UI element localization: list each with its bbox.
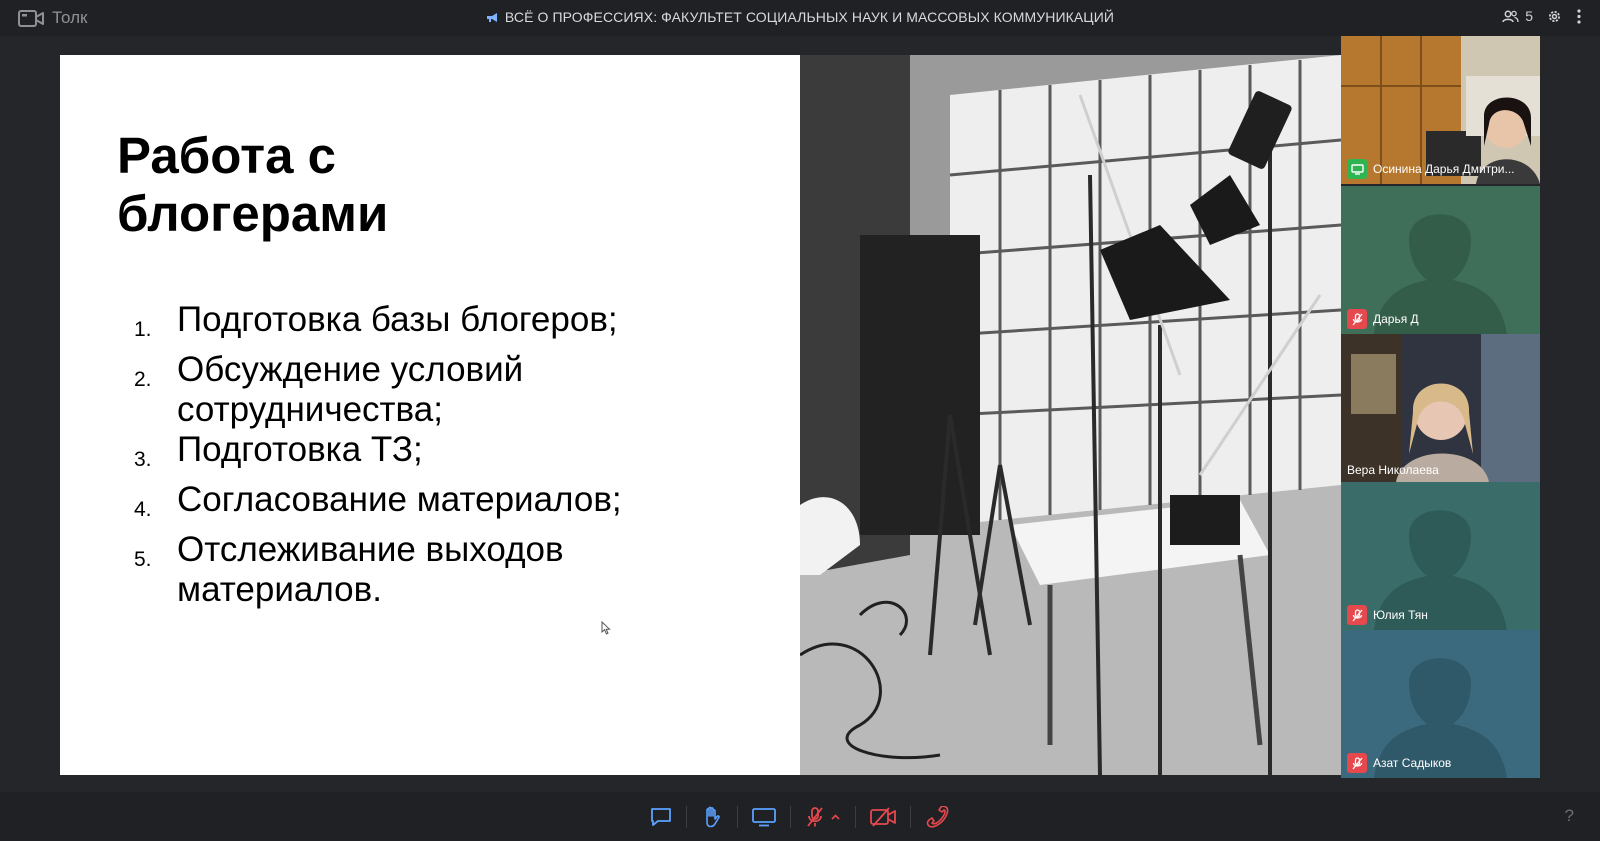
people-icon <box>1502 10 1519 22</box>
hang-up-icon <box>926 806 949 828</box>
list-text: Подготовка базы блогеров; <box>177 300 618 339</box>
gear-icon[interactable] <box>1547 9 1562 24</box>
list-number: 1. <box>134 318 152 341</box>
hang-up-button[interactable] <box>923 802 951 832</box>
mic-off-icon <box>1351 756 1363 769</box>
toolbar-divider <box>910 806 911 828</box>
participants-count: 5 <box>1525 8 1533 24</box>
screen-share-badge <box>1347 159 1367 179</box>
top-bar: Толк ВСЁ О ПРОФЕССИЯХ: ФАКУЛЬТЕТ СОЦИАЛЬ… <box>0 0 1600 36</box>
list-number: 3. <box>134 448 152 471</box>
participants-panel: Осинина Дарья Дмитри... Дарья Д Вера Ник… <box>1341 36 1540 792</box>
participant-tile[interactable]: Осинина Дарья Дмитри... <box>1341 36 1540 184</box>
toolbar-divider <box>686 806 687 828</box>
participant-name: Осинина Дарья Дмитри... <box>1373 162 1515 176</box>
camera-off-icon <box>870 807 896 827</box>
slide-title: Работа с блогерами <box>117 127 677 243</box>
screen-share-icon <box>752 808 776 827</box>
more-vertical-icon[interactable] <box>1576 8 1582 24</box>
list-text: Отслеживание выходов <box>177 530 564 569</box>
list-text: Подготовка ТЗ; <box>177 430 423 469</box>
screen-share-button[interactable] <box>750 802 778 832</box>
participant-tile[interactable]: Дарья Д <box>1341 186 1540 334</box>
list-item: 5. Отслеживание выходов материалов. <box>130 530 690 610</box>
participant-video <box>1341 334 1540 482</box>
list-item: 2. Обсуждение условий сотрудничества; <box>130 350 690 430</box>
muted-badge <box>1347 605 1367 625</box>
toolbar-divider <box>790 806 791 828</box>
screen-share-icon <box>1350 163 1364 175</box>
participant-tile[interactable]: Азат Садыков <box>1341 630 1540 778</box>
participant-name: Юлия Тян <box>1373 608 1428 622</box>
chevron-up-icon <box>830 814 840 820</box>
list-text: сотрудничества; <box>177 390 443 429</box>
raise-hand-icon <box>706 806 720 828</box>
help-button[interactable]: ? <box>1565 806 1574 826</box>
meeting-title-text: ВСЁ О ПРОФЕССИЯХ: ФАКУЛЬТЕТ СОЦИАЛЬНЫХ Н… <box>504 9 1115 25</box>
list-text: Обсуждение условий <box>177 350 524 389</box>
muted-badge <box>1347 753 1367 773</box>
participant-name: Азат Садыков <box>1373 756 1452 770</box>
call-controls <box>648 802 951 832</box>
participant-name: Вера Николаева <box>1347 463 1439 477</box>
camera-button[interactable] <box>868 802 898 832</box>
slide-photo <box>800 55 1341 775</box>
raise-hand-button[interactable] <box>699 802 725 832</box>
participants-button[interactable]: 5 <box>1502 8 1533 24</box>
meeting-title: ВСЁ О ПРОФЕССИЯХ: ФАКУЛЬТЕТ СОЦИАЛЬНЫХ Н… <box>0 9 1600 25</box>
bottom-toolbar: ? <box>0 792 1600 841</box>
list-item: 3. Подготовка ТЗ; <box>130 430 690 480</box>
list-item: 1. Подготовка базы блогеров; <box>130 300 690 350</box>
toolbar-divider <box>737 806 738 828</box>
toolbar-divider <box>855 806 856 828</box>
chat-icon <box>651 808 671 826</box>
list-number: 4. <box>134 498 152 521</box>
participant-tile[interactable]: Юлия Тян <box>1341 482 1540 630</box>
slide-list: 1. Подготовка базы блогеров; 2. Обсужден… <box>130 300 690 610</box>
list-number: 5. <box>134 548 152 571</box>
mouse-cursor-icon <box>601 621 611 635</box>
chat-button[interactable] <box>648 802 674 832</box>
mic-off-icon <box>1351 312 1363 325</box>
list-text: материалов. <box>177 570 382 609</box>
list-text: Согласование материалов; <box>177 480 622 519</box>
mic-off-icon <box>807 807 823 827</box>
microphone-options-button[interactable] <box>827 802 843 832</box>
muted-badge <box>1347 309 1367 329</box>
stage: Работа с блогерами 1. Подготовка базы бл… <box>0 36 1600 792</box>
mic-off-icon <box>1351 608 1363 621</box>
slide-title-line: блогерами <box>117 185 389 242</box>
participant-name: Дарья Д <box>1373 312 1419 326</box>
microphone-button[interactable] <box>803 802 827 832</box>
presentation-slide: Работа с блогерами 1. Подготовка базы бл… <box>60 55 800 775</box>
list-item: 4. Согласование материалов; <box>130 480 690 530</box>
slide-title-line: Работа с <box>117 127 336 184</box>
megaphone-icon <box>486 13 497 22</box>
list-number: 2. <box>134 368 152 391</box>
participant-tile[interactable]: Вера Николаева <box>1341 334 1540 482</box>
